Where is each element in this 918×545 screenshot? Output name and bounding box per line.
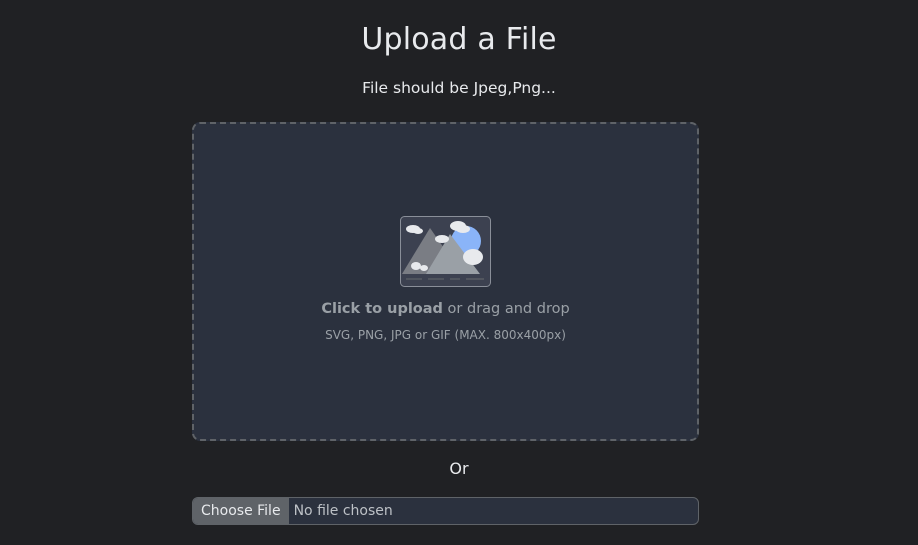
page-subtitle: File should be Jpeg,Png... (362, 79, 556, 97)
drag-drop-label: or drag and drop (442, 301, 570, 317)
page-title: Upload a File (361, 22, 557, 57)
choose-file-button[interactable]: Choose File (193, 498, 289, 524)
or-separator: Or (449, 459, 469, 478)
dropzone-instructions: Click to upload or drag and drop (194, 301, 697, 317)
file-status-text: No file chosen (293, 503, 393, 519)
upload-page: Upload a File File should be Jpeg,Png... (0, 0, 918, 545)
image-placeholder-icon (400, 216, 491, 287)
click-to-upload-label[interactable]: Click to upload (321, 301, 443, 317)
upload-dropzone[interactable]: Click to upload or drag and drop SVG, PN… (192, 122, 699, 441)
file-input[interactable]: Choose File No file chosen (192, 497, 699, 525)
file-format-hint: SVG, PNG, JPG or GIF (MAX. 800x400px) (325, 328, 566, 342)
